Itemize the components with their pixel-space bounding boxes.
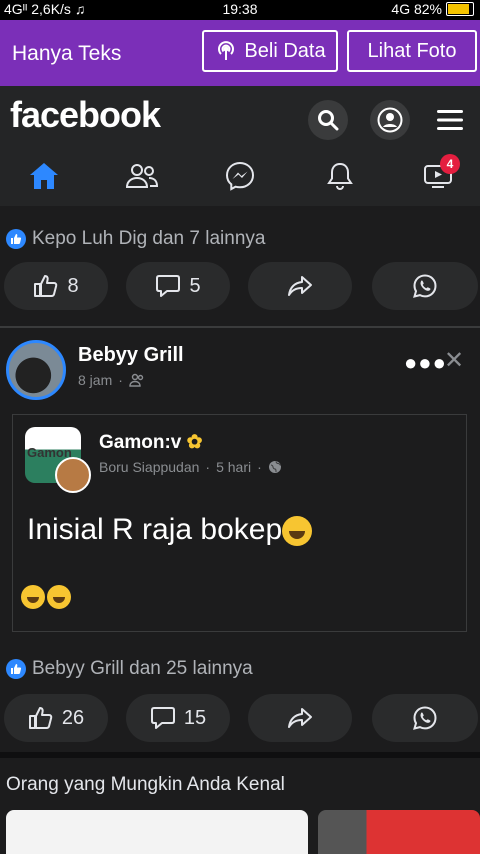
post-meta: 8 jam · <box>78 372 145 388</box>
messenger-icon <box>225 161 255 191</box>
reactions-text: Bebyy Grill dan 25 lainnya <box>32 658 253 679</box>
share-button[interactable] <box>248 694 352 742</box>
shared-meta: Boru Siappudan · 5 hari · <box>99 459 282 475</box>
comment-count: 5 <box>189 274 201 297</box>
hamburger-menu-icon <box>437 110 463 130</box>
share-icon <box>288 708 312 728</box>
like-count: 26 <box>61 706 85 729</box>
post-time: 8 jam <box>78 372 113 388</box>
like-reaction-icon <box>6 229 26 249</box>
emoji-row <box>21 585 71 609</box>
laughing-emoji-icon <box>21 585 45 609</box>
bell-icon <box>327 162 353 190</box>
globe-icon <box>268 461 281 473</box>
suggestions-title: Orang yang Mungkin Anda Kenal <box>6 774 285 795</box>
tab-notifications[interactable] <box>320 156 360 196</box>
reactions-text: Kepo Luh Dig dan 7 lainnya <box>32 228 266 249</box>
broadcast-icon <box>218 41 235 60</box>
view-photo-button[interactable]: Lihat Foto <box>347 30 477 72</box>
home-icon <box>30 163 58 189</box>
like-count: 8 <box>67 274 79 297</box>
tab-friends[interactable] <box>122 156 162 196</box>
shared-post[interactable]: Gamon Gamon:v ✿ Boru Siappudan · 5 hari … <box>12 414 467 632</box>
like-button[interactable]: 26 <box>4 694 108 742</box>
battery-icon <box>446 2 474 16</box>
menu-button[interactable] <box>430 100 470 140</box>
comment-button[interactable]: 5 <box>126 262 230 310</box>
main-tabs: 4 <box>0 148 480 206</box>
separator-dot: · <box>205 459 211 475</box>
separator-dot: · <box>257 459 262 475</box>
facebook-logo[interactable]: facebook <box>10 94 161 136</box>
battery-percent: 4G 82% <box>391 1 442 17</box>
shared-time: 5 hari <box>216 459 252 475</box>
profile-button[interactable] <box>370 100 410 140</box>
suggestion-card[interactable] <box>6 810 308 854</box>
buy-data-label: Beli Data <box>244 39 326 62</box>
text-only-label: Hanya Teks <box>12 42 122 65</box>
comment-icon <box>150 707 175 729</box>
post-text: Inisial R raja bokep <box>27 513 313 547</box>
laughing-emoji-icon <box>47 585 71 609</box>
friends-privacy-icon <box>129 373 144 387</box>
profile-icon <box>377 107 403 133</box>
reactions-summary[interactable]: Kepo Luh Dig dan 7 lainnya <box>6 228 265 250</box>
search-icon <box>318 110 339 131</box>
comment-button[interactable]: 15 <box>126 694 230 742</box>
tab-watch[interactable]: 4 <box>418 154 460 196</box>
laughing-emoji-icon <box>282 516 313 547</box>
news-feed: Kepo Luh Dig dan 7 lainnya 8 5 Bebyy Gri… <box>0 206 480 854</box>
tab-home[interactable] <box>24 156 64 196</box>
friends-icon <box>125 164 159 188</box>
group-name[interactable]: Boru Siappudan <box>99 459 199 475</box>
shared-author-name: Gamon:v <box>99 432 182 453</box>
view-photo-label: Lihat Foto <box>367 39 457 62</box>
notification-badge: 4 <box>440 154 460 174</box>
separator-dot: · <box>118 372 123 388</box>
status-bar: 4Gᴵᴵ 2,6K/s ♫ 19:38 4G 82% <box>0 0 480 20</box>
shared-author[interactable]: Gamon:v ✿ <box>99 431 203 454</box>
reactions-summary[interactable]: Bebyy Grill dan 25 lainnya <box>6 658 253 680</box>
post-author[interactable]: Bebyy Grill <box>78 344 184 367</box>
like-button[interactable]: 8 <box>4 262 108 310</box>
post-divider <box>0 326 480 328</box>
whatsapp-share-button[interactable] <box>372 262 478 310</box>
share-icon <box>288 276 312 296</box>
whatsapp-share-button[interactable] <box>372 694 478 742</box>
suggestion-card[interactable] <box>318 810 480 854</box>
data-saver-bar: Hanya Teks Beli Data Lihat Foto <box>0 20 480 86</box>
comment-count: 15 <box>183 706 207 729</box>
facebook-header: facebook 4 <box>0 86 480 206</box>
whatsapp-icon <box>413 706 437 730</box>
status-right: 4G 82% <box>391 1 474 17</box>
comment-icon <box>156 275 181 297</box>
close-icon[interactable]: ✕ <box>444 346 464 375</box>
whatsapp-icon <box>413 274 437 298</box>
share-button[interactable] <box>248 262 352 310</box>
post-text-content: Inisial R raja bokep <box>27 513 283 546</box>
section-divider <box>0 752 480 758</box>
tab-messenger[interactable] <box>220 156 260 196</box>
search-button[interactable] <box>308 100 348 140</box>
shared-author-avatar <box>55 457 91 493</box>
avatar[interactable] <box>6 340 66 400</box>
like-reaction-icon <box>6 659 26 679</box>
buy-data-button[interactable]: Beli Data <box>202 30 338 72</box>
sunflower-icon: ✿ <box>186 432 203 453</box>
thumbs-up-icon <box>34 275 58 297</box>
thumbs-up-icon <box>28 707 53 729</box>
more-options-icon[interactable]: ●●● <box>404 350 447 376</box>
